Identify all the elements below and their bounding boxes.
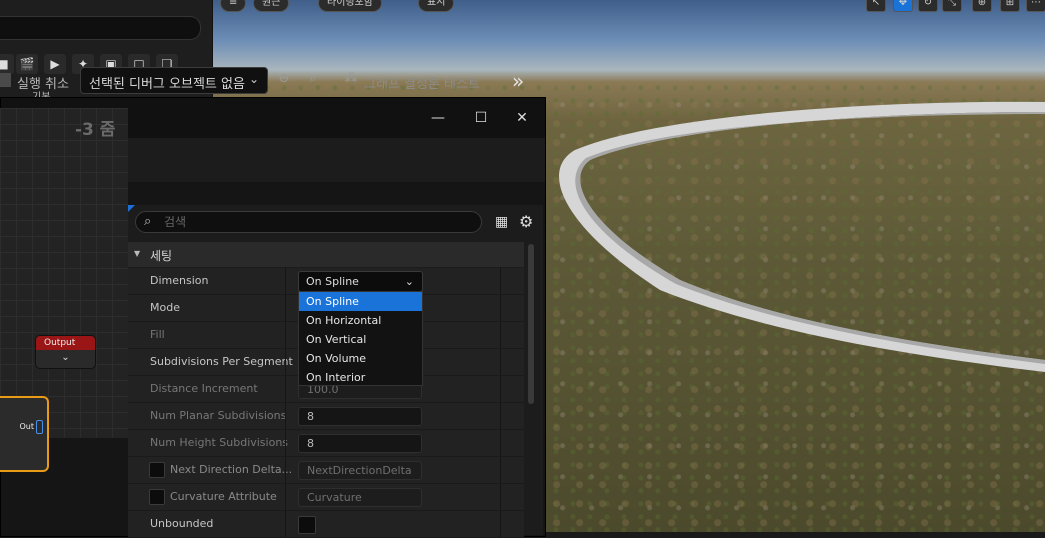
column-divider bbox=[500, 430, 501, 456]
column-divider[interactable] bbox=[285, 349, 286, 375]
cube-icon[interactable]: ■ bbox=[0, 54, 14, 74]
dropdown-option-on-horizontal[interactable]: On Horizontal bbox=[299, 311, 422, 330]
dimension-dropdown-menu: On Spline On Horizontal On Vertical On V… bbox=[298, 291, 423, 386]
show-button[interactable]: 표시 bbox=[418, 0, 455, 12]
graph-determinism-test-button[interactable]: 그래프 결정론 테스트 bbox=[364, 73, 480, 92]
search-icon: ⌕ bbox=[144, 214, 152, 229]
property-row-num-planar-subdivisions: Num Planar Subdivisions 8 bbox=[128, 403, 524, 430]
column-divider bbox=[500, 511, 501, 537]
column-divider bbox=[500, 295, 501, 321]
override-checkbox[interactable] bbox=[149, 489, 165, 505]
spline-ring-surface bbox=[559, 101, 1045, 372]
property-name: Subdivisions Per Segment bbox=[150, 355, 293, 368]
lighting-button[interactable]: 라이팅포함 bbox=[318, 0, 382, 12]
column-divider[interactable] bbox=[285, 376, 286, 402]
undo-button[interactable]: 실행 취소 bbox=[17, 73, 69, 92]
gear-icon[interactable]: ⚙ bbox=[519, 212, 533, 231]
chevron-double-right-icon[interactable]: » bbox=[512, 69, 524, 93]
column-divider[interactable] bbox=[285, 457, 286, 483]
column-divider bbox=[500, 349, 501, 375]
close-button[interactable]: ✕ bbox=[514, 110, 530, 126]
column-divider[interactable] bbox=[285, 484, 286, 510]
column-divider[interactable] bbox=[285, 268, 286, 294]
graph-canvas[interactable] bbox=[0, 108, 128, 438]
move-icon[interactable]: ✥ bbox=[893, 0, 913, 12]
dropdown-option-on-interior[interactable]: On Interior bbox=[299, 368, 422, 387]
dimension-value: On Spline bbox=[306, 275, 359, 288]
column-divider bbox=[500, 268, 501, 294]
maximize-button[interactable]: ☐ bbox=[473, 110, 489, 126]
num-planar-subdivisions-field[interactable]: 8 bbox=[298, 407, 422, 426]
dropdown-option-on-volume[interactable]: On Volume bbox=[299, 349, 422, 368]
property-name: Unbounded bbox=[150, 517, 214, 530]
perspective-button[interactable]: 원근 bbox=[253, 0, 290, 12]
settings-section-header[interactable]: ▼ 세팅 bbox=[128, 242, 524, 267]
property-row-next-direction-delta: Next Direction Delta... NextDirectionDel… bbox=[128, 457, 524, 484]
column-divider bbox=[500, 376, 501, 402]
details-scrollbar[interactable] bbox=[526, 242, 536, 532]
property-name: Mode bbox=[150, 301, 180, 314]
column-divider bbox=[500, 403, 501, 429]
property-name: Dimension bbox=[150, 274, 209, 287]
graph-test-icon[interactable]: ⁂ bbox=[342, 70, 360, 88]
camera-icon[interactable]: ⊕ bbox=[972, 0, 992, 12]
minimize-button[interactable]: — bbox=[430, 110, 446, 126]
num-height-subdivisions-field[interactable]: 8 bbox=[298, 434, 422, 453]
dropdown-option-on-spline[interactable]: On Spline bbox=[299, 292, 422, 311]
override-checkbox[interactable] bbox=[149, 462, 165, 478]
rotate-icon[interactable]: ↻ bbox=[918, 0, 938, 12]
column-divider bbox=[500, 484, 501, 510]
selected-node[interactable]: Out bbox=[0, 396, 49, 472]
panel-corner-marker bbox=[128, 205, 135, 212]
back-arrow-icon[interactable]: ⊖ bbox=[275, 70, 293, 88]
collapse-arrow-icon[interactable]: ▼ bbox=[134, 249, 140, 258]
more-tools-icon[interactable]: ⋯ bbox=[1026, 0, 1045, 12]
node-pin-label: Out bbox=[19, 422, 34, 431]
details-search-input[interactable] bbox=[164, 215, 464, 229]
output-node-title: Output bbox=[36, 336, 95, 350]
property-name: Distance Increment bbox=[150, 382, 258, 395]
property-name: Num Height Subdivisions bbox=[150, 436, 289, 449]
dropdown-option-on-vertical[interactable]: On Vertical bbox=[299, 330, 422, 349]
undo-icon[interactable] bbox=[0, 73, 11, 87]
property-name: Num Planar Subdivisions bbox=[150, 409, 287, 422]
scrollbar-thumb[interactable] bbox=[528, 244, 534, 404]
chevron-down-icon: ⌄ bbox=[248, 72, 259, 86]
column-divider[interactable] bbox=[285, 430, 286, 456]
debug-object-value: 선택된 디버그 오브젝트 없음 bbox=[89, 77, 245, 92]
next-direction-delta-field[interactable]: NextDirectionDelta bbox=[298, 461, 422, 480]
output-node[interactable]: Output ⌄ bbox=[35, 335, 96, 369]
select-icon[interactable]: ↖ bbox=[866, 0, 886, 12]
property-row-curvature-attribute: Curvature Attribute Curvature bbox=[128, 484, 524, 511]
property-row-num-height-subdivisions: Num Height Subdivisions 8 bbox=[128, 430, 524, 457]
snap-icon[interactable]: ⊞ bbox=[1000, 0, 1020, 12]
play-icon[interactable]: ▶ bbox=[44, 54, 66, 74]
column-divider[interactable] bbox=[285, 403, 286, 429]
dimension-select[interactable]: On Spline ⌄ bbox=[298, 271, 423, 292]
debug-object-select[interactable]: 선택된 디버그 오브젝트 없음 ⌄ bbox=[80, 67, 268, 94]
table-view-icon[interactable]: ▦ bbox=[495, 214, 508, 230]
unbounded-checkbox[interactable] bbox=[298, 516, 316, 534]
film-icon[interactable]: 🎬 bbox=[16, 54, 38, 74]
details-search-field[interactable]: ⌕ bbox=[135, 211, 482, 233]
panel-search-field[interactable] bbox=[0, 16, 201, 40]
output-pin[interactable] bbox=[36, 420, 43, 434]
column-divider bbox=[500, 457, 501, 483]
property-name: Curvature Attribute bbox=[170, 490, 277, 503]
property-name: Fill bbox=[150, 328, 165, 341]
zoom-level: -3 줌 bbox=[75, 120, 116, 140]
section-title: 세팅 bbox=[150, 249, 173, 263]
column-divider[interactable] bbox=[285, 295, 286, 321]
column-divider[interactable] bbox=[285, 511, 286, 537]
curvature-attribute-field[interactable]: Curvature bbox=[298, 488, 422, 507]
column-divider bbox=[500, 322, 501, 348]
property-row-unbounded: Unbounded bbox=[128, 511, 524, 538]
property-name: Next Direction Delta... bbox=[170, 463, 293, 476]
scale-icon[interactable]: ⤡ bbox=[942, 0, 962, 12]
find-icon[interactable]: ⌕ bbox=[304, 70, 322, 88]
chevron-down-icon: ⌄ bbox=[404, 275, 414, 288]
chevron-down-icon[interactable]: ⌄ bbox=[36, 350, 95, 366]
column-divider[interactable] bbox=[285, 322, 286, 348]
